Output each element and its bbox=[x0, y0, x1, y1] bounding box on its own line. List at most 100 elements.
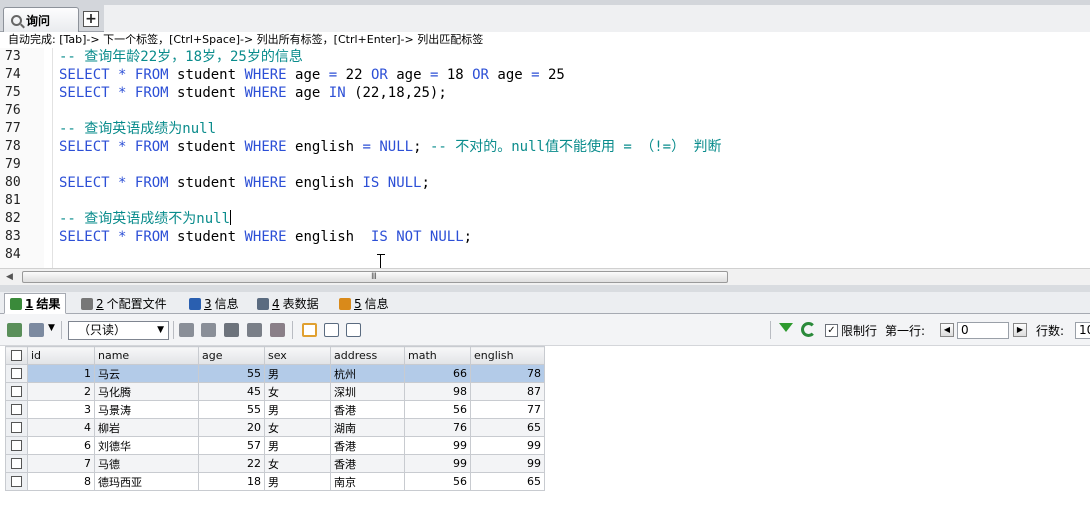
table-cell-age[interactable]: 45 bbox=[198, 382, 265, 401]
table-cell-name[interactable]: 马景涛 bbox=[94, 400, 199, 419]
editor-line[interactable]: 79 bbox=[0, 156, 1090, 174]
row-select-cell[interactable] bbox=[5, 400, 28, 419]
result-tab-1[interactable]: 1 结果 bbox=[4, 293, 67, 314]
table-cell-age[interactable]: 55 bbox=[198, 400, 265, 419]
table-cell-age[interactable]: 20 bbox=[198, 418, 265, 437]
table-cell-id[interactable]: 1 bbox=[27, 364, 95, 383]
row-checkbox[interactable] bbox=[11, 386, 22, 397]
row-select-cell[interactable] bbox=[5, 382, 28, 401]
editor-line[interactable]: 84 bbox=[0, 246, 1090, 264]
table-cell-id[interactable]: 8 bbox=[27, 472, 95, 491]
table-cell-sex[interactable]: 男 bbox=[264, 364, 331, 383]
table-cell-sex[interactable]: 女 bbox=[264, 418, 331, 437]
table-row[interactable]: 6 刘德华 57 男香港 99 99 bbox=[5, 436, 545, 455]
sql-editor[interactable]: 73 -- 查询年龄22岁，18岁，25岁的信息 74 SELECT * FROM s… bbox=[0, 48, 1090, 268]
text-view-icon[interactable] bbox=[346, 323, 361, 337]
table-cell-address[interactable]: 香港 bbox=[330, 436, 405, 455]
editor-line[interactable]: 81 bbox=[0, 192, 1090, 210]
result-mode-select[interactable]: （只读） ▼ bbox=[68, 321, 169, 340]
table-cell-sex[interactable]: 女 bbox=[264, 454, 331, 473]
table-cell-math[interactable]: 56 bbox=[404, 472, 471, 491]
select-all-checkbox[interactable] bbox=[11, 350, 22, 361]
editor-line[interactable]: 80 SELECT * FROM student WHERE english IS… bbox=[0, 174, 1090, 192]
row-select-cell[interactable] bbox=[5, 472, 28, 491]
column-header[interactable]: name bbox=[94, 346, 199, 365]
result-tab-2[interactable]: 2 个配置文件 bbox=[76, 293, 172, 314]
query-tab[interactable]: 询问 bbox=[3, 7, 79, 32]
table-cell-id[interactable]: 6 bbox=[27, 436, 95, 455]
first-row-input[interactable]: 0 bbox=[957, 322, 1009, 339]
table-cell-sex[interactable]: 男 bbox=[264, 436, 331, 455]
column-header[interactable]: address bbox=[330, 346, 405, 365]
table-cell-english[interactable]: 77 bbox=[470, 400, 545, 419]
row-select-cell[interactable] bbox=[5, 454, 28, 473]
table-cell-math[interactable]: 76 bbox=[404, 418, 471, 437]
table-cell-id[interactable]: 7 bbox=[27, 454, 95, 473]
column-header[interactable]: math bbox=[404, 346, 471, 365]
column-header[interactable]: sex bbox=[264, 346, 331, 365]
table-cell-address[interactable]: 香港 bbox=[330, 400, 405, 419]
table-cell-name[interactable]: 刘德华 bbox=[94, 436, 199, 455]
table-cell-english[interactable]: 78 bbox=[470, 364, 545, 383]
table-cell-address[interactable]: 南京 bbox=[330, 472, 405, 491]
table-cell-english[interactable]: 99 bbox=[470, 454, 545, 473]
table-row[interactable]: 3 马景涛 55 男香港 56 77 bbox=[5, 400, 545, 419]
editor-line[interactable]: 83 SELECT * FROM student WHERE english IS… bbox=[0, 228, 1090, 246]
editor-line[interactable]: 76 bbox=[0, 102, 1090, 120]
row-select-cell[interactable] bbox=[5, 436, 28, 455]
table-cell-name[interactable]: 马化腾 bbox=[94, 382, 199, 401]
table-cell-name[interactable]: 马云 bbox=[94, 364, 199, 383]
refresh-icon[interactable] bbox=[801, 322, 816, 337]
table-row[interactable]: 8 德玛西亚 18 男南京 56 65 bbox=[5, 472, 545, 491]
editor-line[interactable]: 77 -- 查询英语成绩为null bbox=[0, 120, 1090, 138]
table-cell-english[interactable]: 87 bbox=[470, 382, 545, 401]
table-cell-math[interactable]: 98 bbox=[404, 382, 471, 401]
column-header[interactable]: age bbox=[198, 346, 265, 365]
table-cell-sex[interactable]: 男 bbox=[264, 472, 331, 491]
table-cell-id[interactable]: 3 bbox=[27, 400, 95, 419]
result-tab-3[interactable]: 3 信息 bbox=[184, 293, 244, 314]
table-cell-id[interactable]: 4 bbox=[27, 418, 95, 437]
next-page-button[interactable]: ▶ bbox=[1013, 323, 1027, 337]
row-checkbox[interactable] bbox=[11, 458, 22, 469]
table-cell-name[interactable]: 马德 bbox=[94, 454, 199, 473]
limit-rows-checkbox[interactable]: ✓ bbox=[825, 324, 838, 337]
table-row[interactable]: 7 马德 22 女香港 99 99 bbox=[5, 454, 545, 473]
editor-line[interactable]: 82 -- 查询英语成绩不为null bbox=[0, 210, 1090, 228]
table-cell-name[interactable]: 柳岩 bbox=[94, 418, 199, 437]
rows-count-input[interactable]: 10 bbox=[1075, 322, 1090, 339]
table-cell-address[interactable]: 香港 bbox=[330, 454, 405, 473]
table-cell-age[interactable]: 57 bbox=[198, 436, 265, 455]
table-cell-english[interactable]: 99 bbox=[470, 436, 545, 455]
result-tab-5[interactable]: 5 信息 bbox=[334, 293, 394, 314]
table-cell-math[interactable]: 99 bbox=[404, 436, 471, 455]
table-cell-age[interactable]: 18 bbox=[198, 472, 265, 491]
duplicate-row-icon[interactable] bbox=[201, 323, 216, 337]
row-checkbox[interactable] bbox=[11, 422, 22, 433]
table-cell-id[interactable]: 2 bbox=[27, 382, 95, 401]
table-cell-address[interactable]: 湖南 bbox=[330, 418, 405, 437]
cancel-changes-icon[interactable] bbox=[270, 323, 285, 337]
scroll-left-arrow-icon[interactable]: ◀ bbox=[6, 272, 13, 282]
table-cell-math[interactable]: 56 bbox=[404, 400, 471, 419]
column-header[interactable]: english bbox=[470, 346, 545, 365]
save-icon[interactable] bbox=[224, 323, 239, 337]
pane-splitter[interactable] bbox=[0, 285, 1090, 292]
table-cell-address[interactable]: 杭州 bbox=[330, 364, 405, 383]
form-view-icon[interactable] bbox=[324, 323, 339, 337]
add-tab-button[interactable]: + bbox=[83, 11, 99, 27]
table-row[interactable]: 2 马化腾 45 女深圳 98 87 bbox=[5, 382, 545, 401]
table-row[interactable]: 4 柳岩 20 女湖南 76 65 bbox=[5, 418, 545, 437]
table-cell-address[interactable]: 深圳 bbox=[330, 382, 405, 401]
table-cell-english[interactable]: 65 bbox=[470, 472, 545, 491]
select-all-cell[interactable] bbox=[5, 346, 28, 365]
table-cell-age[interactable]: 55 bbox=[198, 364, 265, 383]
result-tab-4[interactable]: 4 表数据 bbox=[252, 293, 324, 314]
delete-icon[interactable] bbox=[247, 323, 262, 337]
editor-horizontal-scrollbar[interactable]: ◀ III bbox=[0, 268, 1090, 285]
editor-line[interactable]: 78 SELECT * FROM student WHERE english = … bbox=[0, 138, 1090, 156]
table-row[interactable]: 1 马云 55 男杭州 66 78 bbox=[5, 364, 545, 383]
table-cell-math[interactable]: 66 bbox=[404, 364, 471, 383]
table-cell-sex[interactable]: 女 bbox=[264, 382, 331, 401]
filter-icon[interactable] bbox=[779, 323, 793, 332]
